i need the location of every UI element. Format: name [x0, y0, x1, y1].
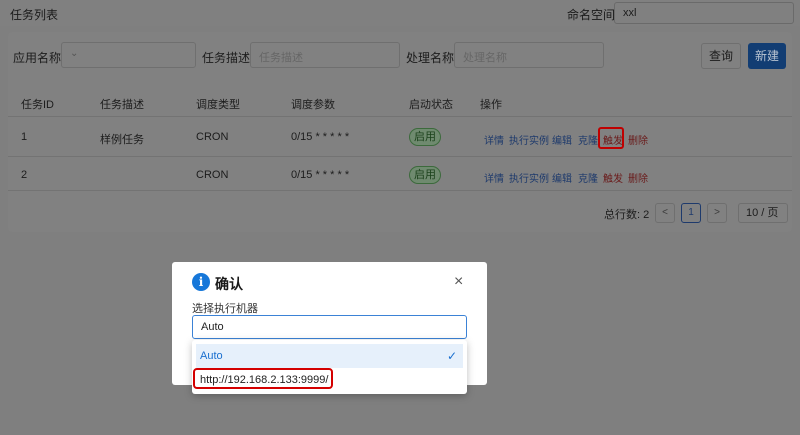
executor-option-auto[interactable]: Auto ✓	[196, 344, 463, 368]
check-icon: ✓	[446, 349, 457, 363]
namespace-label: 命名空间:	[567, 8, 619, 22]
option-highlight-box	[193, 368, 333, 389]
top-bar: 任务列表 命名空间: xxl	[0, 0, 800, 26]
cell-id: 1	[21, 131, 28, 143]
status-badge[interactable]: 启用	[409, 166, 441, 184]
col-header-param: 调度参数	[291, 99, 335, 111]
col-header-id: 任务ID	[21, 99, 54, 111]
chevron-down-icon: ⌄	[70, 48, 79, 59]
namespace-select[interactable]: xxl	[614, 2, 794, 24]
executor-select[interactable]: Auto ⌄	[192, 315, 467, 339]
cell-param: 0/15 * * * * *	[291, 131, 350, 143]
cell-type: CRON	[196, 169, 229, 181]
action-delete[interactable]: 删除	[628, 170, 648, 185]
cell-param: 0/15 * * * * *	[291, 169, 350, 181]
action-edit[interactable]: 编辑	[552, 170, 572, 185]
action-clone[interactable]: 克隆	[578, 132, 598, 147]
page-1-button[interactable]: 1	[681, 203, 701, 223]
cell-id: 2	[21, 169, 28, 181]
col-header-type: 调度类型	[196, 99, 240, 111]
page-size-select[interactable]: 10 / 页	[738, 203, 788, 223]
col-header-desc: 任务描述	[100, 99, 144, 111]
prev-page-button[interactable]: <	[655, 203, 675, 223]
namespace-value: xxl	[623, 7, 637, 19]
chevron-down-icon: ⌄	[201, 320, 210, 331]
executor-label: 选择执行机器	[192, 303, 258, 315]
processor-placeholder: 处理名称	[463, 52, 507, 64]
col-header-actions: 操作	[480, 99, 502, 111]
trigger-highlight-box	[598, 127, 624, 149]
app-name-label: 应用名称	[13, 51, 62, 65]
row-divider	[8, 156, 792, 157]
task-desc-label: 任务描述	[202, 51, 251, 65]
task-desc-placeholder: 任务描述	[259, 52, 303, 64]
action-detail[interactable]: 详情	[484, 132, 504, 147]
action-trigger[interactable]: 触发	[603, 170, 623, 185]
action-instances[interactable]: 执行实例	[509, 132, 549, 147]
task-list-card: 应用名称 ⌄ 任务描述 任务描述 处理名称 处理名称 查询 新建 任务ID 任务…	[8, 32, 792, 232]
option-label: Auto	[200, 350, 223, 362]
new-button[interactable]: 新建	[748, 43, 786, 69]
task-desc-input[interactable]: 任务描述	[250, 42, 400, 68]
modal-title: 确认	[215, 276, 243, 292]
action-delete[interactable]: 删除	[628, 132, 648, 147]
status-badge[interactable]: 启用	[409, 128, 441, 146]
cell-desc: 样例任务	[100, 134, 144, 146]
cell-type: CRON	[196, 131, 229, 143]
action-edit[interactable]: 编辑	[552, 132, 572, 147]
app-name-select[interactable]: ⌄	[61, 42, 196, 68]
close-icon[interactable]: ×	[454, 273, 463, 291]
header-divider	[8, 116, 792, 117]
info-icon: i	[192, 273, 210, 291]
action-instances[interactable]: 执行实例	[509, 170, 549, 185]
col-header-status: 启动状态	[409, 99, 453, 111]
action-detail[interactable]: 详情	[484, 170, 504, 185]
processor-label: 处理名称	[406, 51, 455, 65]
page-title: 任务列表	[10, 8, 59, 22]
processor-input[interactable]: 处理名称	[454, 42, 604, 68]
next-page-button[interactable]: >	[707, 203, 727, 223]
action-clone[interactable]: 克隆	[578, 170, 598, 185]
row-divider	[8, 190, 792, 191]
pagination-total: 总行数: 2	[604, 209, 650, 221]
query-button[interactable]: 查询	[701, 43, 741, 69]
